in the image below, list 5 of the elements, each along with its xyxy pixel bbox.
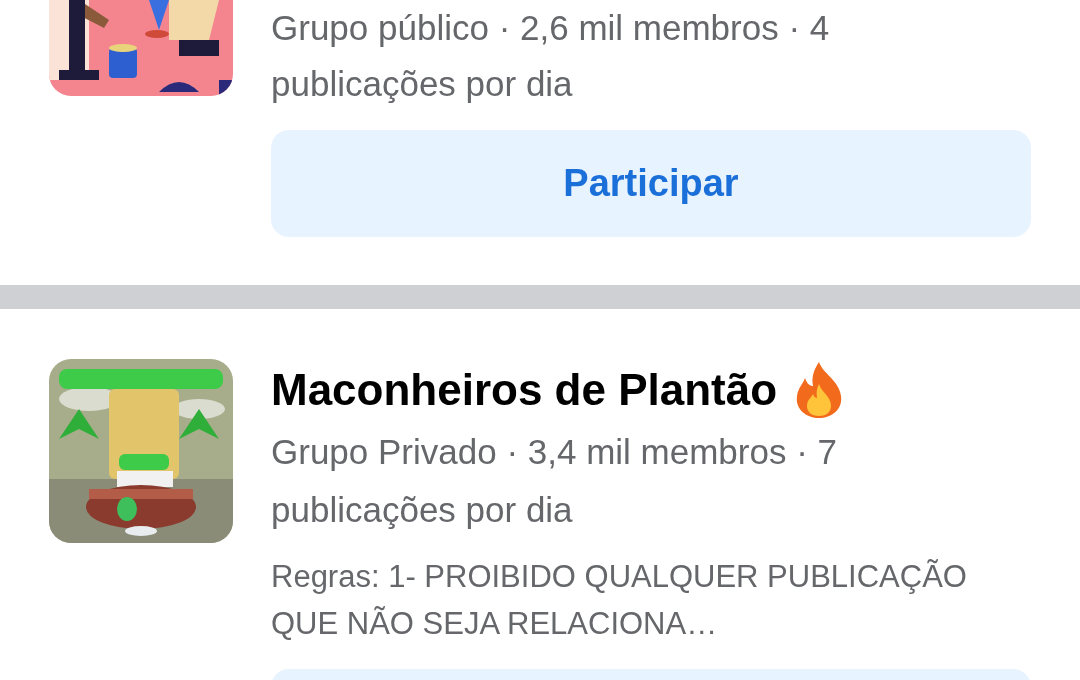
group-rules: Regras: 1- PROIBIDO QUALQUER PUBLICAÇÃO QUE NÃO SEJA RELACIONA… (271, 558, 968, 643)
group-info: Grupo público · 2,6 mil membros · 4 publicações por dia (271, 7, 831, 105)
join-button[interactable]: Participar (271, 130, 1031, 237)
group-info: Grupo Privado · 3,4 mil membros · 7 publicações por dia (271, 431, 838, 531)
group-name: Maconheiros de Plantão (271, 364, 778, 416)
